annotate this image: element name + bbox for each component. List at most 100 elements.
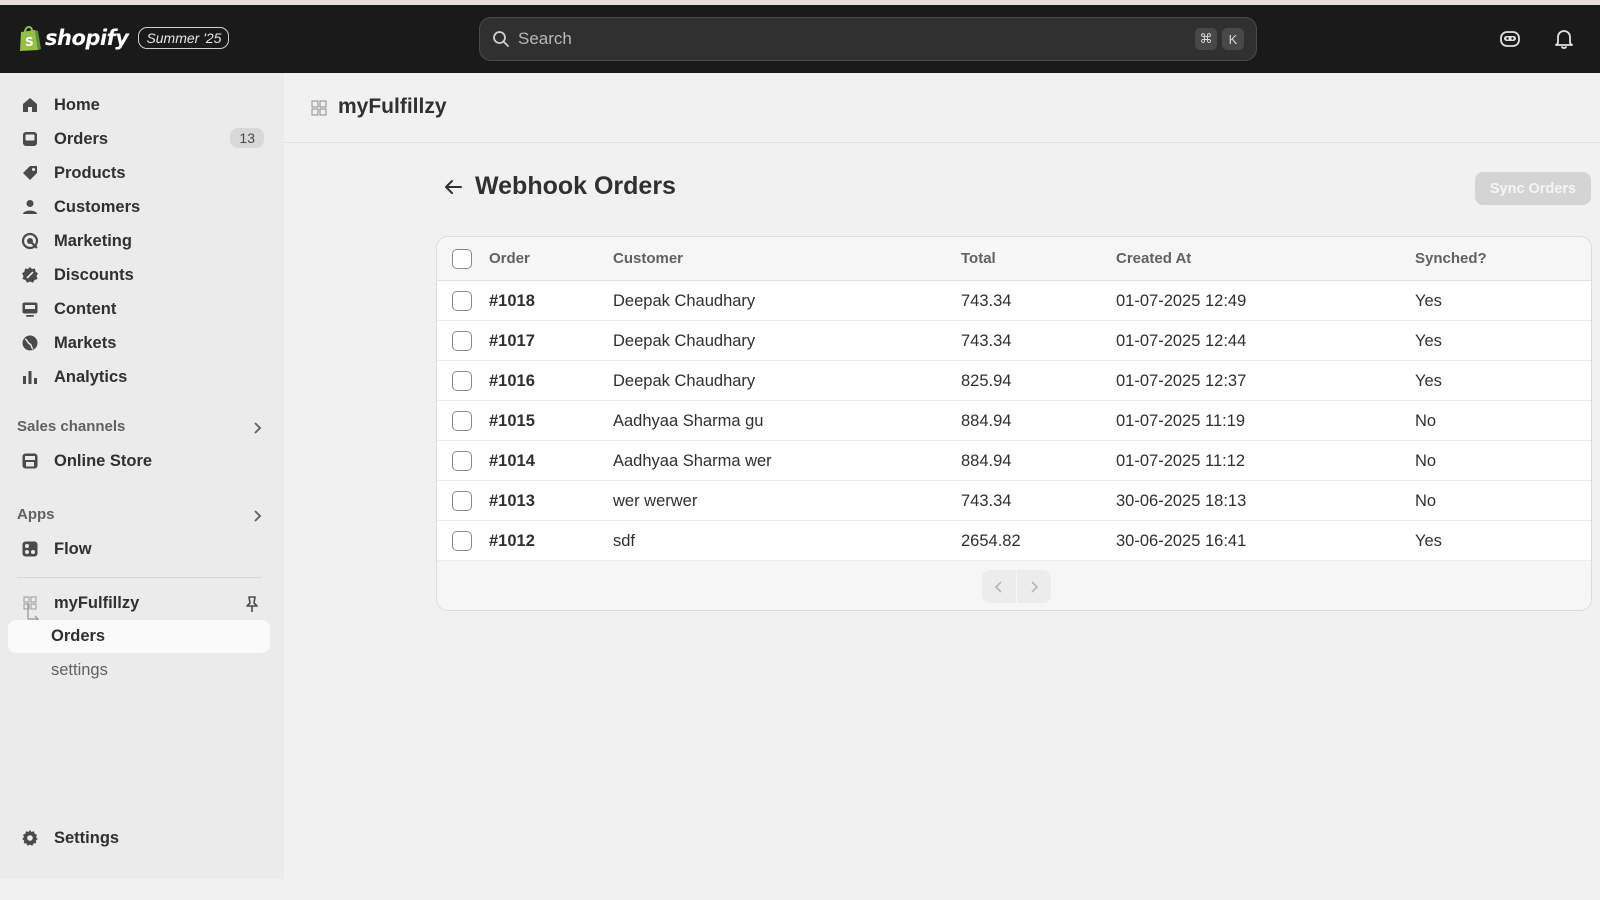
table-row[interactable]: #1017 Deepak Chaudhary 743.34 01-07-2025… xyxy=(437,321,1591,361)
order-number[interactable]: #1016 xyxy=(489,372,535,391)
sidebar-item-content[interactable]: Content xyxy=(8,293,270,325)
select-all-checkbox[interactable] xyxy=(452,249,472,269)
discount-icon xyxy=(20,265,40,285)
order-number[interactable]: #1014 xyxy=(489,452,535,471)
next-page-button[interactable] xyxy=(1017,570,1051,603)
gear-icon xyxy=(20,828,40,848)
table-row[interactable]: #1016 Deepak Chaudhary 825.94 01-07-2025… xyxy=(437,361,1591,401)
sync-orders-button[interactable]: Sync Orders xyxy=(1475,172,1591,205)
customer-name: sdf xyxy=(613,532,636,550)
svg-text:S: S xyxy=(25,35,34,49)
order-number[interactable]: #1012 xyxy=(489,532,535,551)
bell-icon[interactable] xyxy=(1552,27,1576,51)
sidebar-item-analytics[interactable]: Analytics xyxy=(8,361,270,393)
pin-icon[interactable] xyxy=(244,595,260,613)
brand-wordmark: shopify xyxy=(45,26,129,50)
table-row[interactable]: #1015 Aadhyaa Sharma gu 884.94 01-07-202… xyxy=(437,401,1591,441)
created-at: 30-06-2025 18:13 xyxy=(1116,492,1247,510)
app-header: myFulfillzy xyxy=(284,73,1600,143)
order-number[interactable]: #1013 xyxy=(489,492,535,511)
order-total: 825.94 xyxy=(961,372,1012,390)
table-row[interactable]: #1018 Deepak Chaudhary 743.34 01-07-2025… xyxy=(437,281,1591,321)
orders-table-card: Order Customer Total Created At Synched?… xyxy=(436,236,1592,611)
row-checkbox[interactable] xyxy=(452,291,472,311)
sidekick-icon[interactable] xyxy=(1498,27,1522,51)
table-row[interactable]: #1014 Aadhyaa Sharma wer 884.94 01-07-20… xyxy=(437,441,1591,481)
sidebar-item-customers[interactable]: Customers xyxy=(8,191,270,223)
customer-name: Aadhyaa Sharma gu xyxy=(613,412,764,430)
apps-heading[interactable]: Apps xyxy=(17,506,55,523)
target-icon xyxy=(20,231,40,251)
customer-name: Deepak Chaudhary xyxy=(613,372,756,390)
sidebar-item-discounts[interactable]: Discounts xyxy=(8,259,270,291)
column-header-customer[interactable]: Customer xyxy=(613,250,683,267)
search-bar[interactable]: ⌘ K xyxy=(479,17,1257,61)
column-header-created-at[interactable]: Created At xyxy=(1116,250,1191,267)
sidebar-item-label: Online Store xyxy=(54,451,153,470)
customer-name: wer werwer xyxy=(613,492,698,510)
column-header-order[interactable]: Order xyxy=(489,250,530,267)
sidebar-subitem-orders[interactable]: Orders xyxy=(8,620,270,653)
sidebar-item-myfulfillzy[interactable]: myFulfillzy xyxy=(8,587,270,619)
sidebar-item-orders[interactable]: Orders 13 xyxy=(8,123,270,155)
sidebar-subitem-settings[interactable]: settings xyxy=(8,654,270,687)
created-at: 01-07-2025 12:37 xyxy=(1116,372,1247,390)
order-total: 743.34 xyxy=(961,292,1012,310)
sidebar-item-label: myFulfillzy xyxy=(54,593,140,612)
sidebar-item-flow[interactable]: Flow xyxy=(8,533,270,565)
top-bar: S shopify Summer '25 ⌘ K xyxy=(0,5,1600,73)
edition-badge[interactable]: Summer '25 xyxy=(138,27,230,49)
created-at: 01-07-2025 11:19 xyxy=(1116,412,1246,430)
content-icon xyxy=(20,299,40,319)
order-number[interactable]: #1017 xyxy=(489,332,535,351)
customer-name: Deepak Chaudhary xyxy=(613,332,756,350)
previous-page-button[interactable] xyxy=(982,570,1016,603)
orders-count-badge: 13 xyxy=(230,128,264,148)
command-key-hint: ⌘ xyxy=(1195,28,1217,50)
row-checkbox[interactable] xyxy=(452,411,472,431)
row-checkbox[interactable] xyxy=(452,331,472,351)
app-title: myFulfillzy xyxy=(338,95,447,118)
table-row[interactable]: #1012 sdf 2654.82 30-06-2025 16:41 Yes xyxy=(437,521,1591,561)
sidebar-item-marketing[interactable]: Marketing xyxy=(8,225,270,257)
column-header-total[interactable]: Total xyxy=(961,250,996,267)
customer-name: Deepak Chaudhary xyxy=(613,292,756,310)
row-checkbox[interactable] xyxy=(452,491,472,511)
search-input[interactable] xyxy=(518,29,1190,49)
flow-icon xyxy=(20,539,40,559)
k-key-hint: K xyxy=(1222,28,1244,50)
sidebar-item-label: Settings xyxy=(54,828,120,847)
sidebar-item-label: Home xyxy=(54,95,100,114)
back-arrow-icon[interactable] xyxy=(442,176,464,198)
order-number[interactable]: #1015 xyxy=(489,412,535,431)
order-number[interactable]: #1018 xyxy=(489,292,535,311)
order-total: 884.94 xyxy=(961,412,1012,430)
column-header-synched[interactable]: Synched? xyxy=(1415,250,1487,267)
sidebar-divider xyxy=(17,577,261,578)
globe-icon xyxy=(20,333,40,353)
synched-status: Yes xyxy=(1415,292,1442,310)
app-grid-icon xyxy=(311,100,327,116)
chevron-right-icon[interactable] xyxy=(250,509,264,523)
pagination xyxy=(437,561,1591,610)
row-checkbox[interactable] xyxy=(452,371,472,391)
sidebar-item-home[interactable]: Home xyxy=(8,89,270,121)
sidebar-item-label: Analytics xyxy=(54,367,128,386)
sidebar-item-label: Marketing xyxy=(54,231,132,250)
synched-status: No xyxy=(1415,492,1437,510)
order-total: 2654.82 xyxy=(961,532,1021,550)
chevron-right-icon xyxy=(1031,580,1039,593)
table-row[interactable]: #1013 wer werwer 743.34 30-06-2025 18:13… xyxy=(437,481,1591,521)
sidebar-item-markets[interactable]: Markets xyxy=(8,327,270,359)
chevron-right-icon[interactable] xyxy=(250,421,264,435)
row-checkbox[interactable] xyxy=(452,531,472,551)
shopify-logo[interactable]: S shopify Summer '25 xyxy=(17,24,230,52)
row-checkbox[interactable] xyxy=(452,451,472,471)
sales-channels-heading[interactable]: Sales channels xyxy=(17,418,125,435)
sidebar-item-settings[interactable]: Settings xyxy=(8,822,270,854)
sidebar-item-products[interactable]: Products xyxy=(8,157,270,189)
person-icon xyxy=(20,197,40,217)
main-content: myFulfillzy Webhook Orders Sync Orders O… xyxy=(284,73,1600,879)
sidebar-item-online-store[interactable]: Online Store xyxy=(8,445,270,477)
chevron-left-icon xyxy=(994,580,1002,593)
